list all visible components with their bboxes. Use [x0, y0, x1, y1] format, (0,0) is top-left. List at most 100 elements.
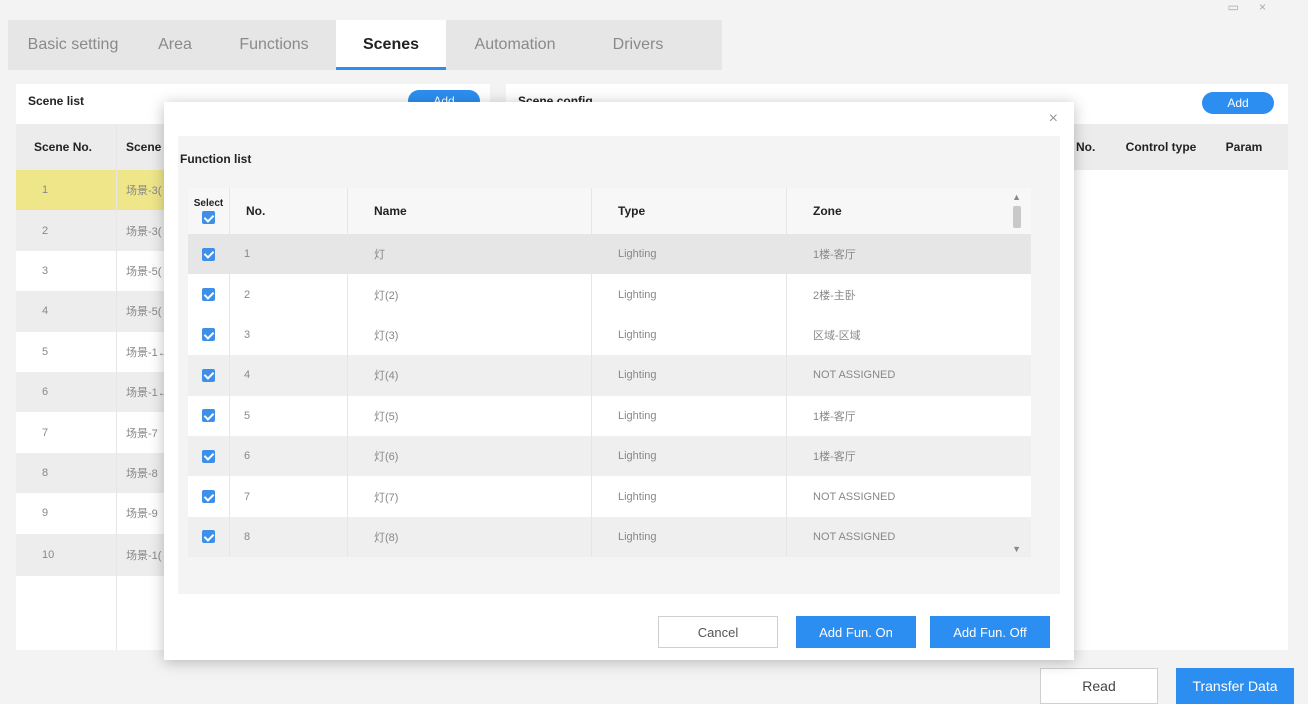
tab-automation[interactable]: Automation: [446, 20, 584, 70]
table-row[interactable]: 7 灯(7) Lighting NOT ASSIGNED: [188, 476, 1031, 517]
function-type: Lighting: [592, 355, 787, 396]
table-row[interactable]: 3 灯(3) Lighting 区域-区域: [188, 314, 1031, 356]
function-zone: 1楼-客厅: [813, 410, 856, 423]
function-zone: 1楼-客厅: [813, 451, 856, 464]
add-fun-off-button[interactable]: Add Fun. Off: [930, 616, 1050, 648]
col-zone: Zone: [813, 204, 842, 218]
scene-no: 8: [42, 466, 49, 479]
scene-no: 7: [42, 426, 49, 439]
tab-drivers[interactable]: Drivers: [584, 20, 692, 70]
column-divider: [116, 124, 117, 650]
row-checkbox[interactable]: [202, 530, 215, 544]
table-row[interactable]: 2 灯(2) Lighting 2楼-主卧: [188, 274, 1031, 315]
function-no: 6: [230, 435, 348, 477]
select-all-checkbox[interactable]: [202, 211, 215, 224]
tab-basic-setting[interactable]: Basic setting: [8, 20, 138, 70]
function-type: Lighting: [592, 314, 787, 356]
scrollbar-thumb[interactable]: [1013, 206, 1021, 228]
scroll-down-icon[interactable]: ▼: [1012, 544, 1021, 554]
scene-name: 场景-7: [126, 427, 158, 440]
function-type: Lighting: [592, 476, 787, 517]
tab-area[interactable]: Area: [138, 20, 212, 70]
col-scene-name: Scene: [126, 140, 162, 154]
row-checkbox[interactable]: [202, 328, 215, 342]
row-checkbox[interactable]: [202, 288, 215, 302]
window-controls: ▭×: [1228, 0, 1286, 14]
function-name: 灯(7): [348, 476, 592, 517]
add-fun-on-button[interactable]: Add Fun. On: [796, 616, 916, 648]
tab-scenes[interactable]: Scenes: [336, 20, 446, 70]
row-checkbox[interactable]: [202, 490, 215, 504]
function-table-body: 1 灯 Lighting 1楼-客厅 2 灯(2) Lighting 2楼-主卧…: [188, 234, 1031, 558]
function-name: 灯(2): [348, 274, 592, 315]
tab-functions[interactable]: Functions: [212, 20, 336, 70]
row-checkbox[interactable]: [202, 368, 215, 382]
dialog-title: Function list: [180, 152, 252, 166]
function-zone: 区域-区域: [813, 329, 861, 342]
close-window-icon[interactable]: ×: [1259, 0, 1286, 14]
function-table: Select No. Name Type Zone 1 灯 Lighting 1…: [188, 188, 1031, 558]
scene-config-header: No. Control type Param: [1066, 124, 1288, 170]
scene-name: 场景-9: [126, 508, 158, 521]
function-zone: NOT ASSIGNED: [813, 369, 896, 382]
function-zone: NOT ASSIGNED: [813, 530, 896, 543]
function-zone: 2楼-主卧: [813, 289, 856, 302]
col-control-type: Control type: [1125, 140, 1197, 154]
function-no: 5: [230, 395, 348, 436]
scene-name: 场景-1(: [126, 549, 162, 562]
function-name: 灯(3): [348, 314, 592, 356]
scene-name: 场景-3(: [126, 225, 162, 238]
function-zone: 1楼-客厅: [813, 249, 856, 262]
read-button[interactable]: Read: [1040, 668, 1158, 704]
add-config-button[interactable]: Add: [1202, 92, 1274, 114]
col-select: Select: [188, 188, 230, 234]
function-name: 灯: [348, 234, 592, 275]
col-type: Type: [592, 188, 787, 234]
table-row[interactable]: 8 灯(8) Lighting NOT ASSIGNED: [188, 516, 1031, 558]
function-no: 2: [230, 274, 348, 315]
function-name: 灯(4): [348, 355, 592, 396]
function-no: 8: [230, 516, 348, 558]
scene-no: 9: [42, 507, 49, 520]
row-checkbox[interactable]: [202, 409, 215, 423]
restore-icon[interactable]: ▭: [1228, 0, 1259, 14]
table-row[interactable]: 5 灯(5) Lighting 1楼-客厅: [188, 395, 1031, 436]
function-name: 灯(5): [348, 395, 592, 436]
function-no: 1: [230, 234, 348, 275]
select-label: Select: [193, 198, 224, 209]
dialog-content: Function list Select No. Name Type Zone …: [178, 136, 1060, 594]
table-row[interactable]: 1 灯 Lighting 1楼-客厅: [188, 234, 1031, 275]
scene-no: 10: [42, 548, 55, 561]
scene-no: 2: [42, 224, 49, 237]
function-table-header: Select No. Name Type Zone: [188, 188, 1031, 234]
function-type: Lighting: [592, 395, 787, 436]
function-list-dialog: × Function list Select No. Name Type Zon…: [164, 102, 1074, 660]
main-tab-bar: Basic setting Area Functions Scenes Auto…: [8, 20, 722, 70]
scroll-up-icon[interactable]: ▲: [1012, 192, 1021, 202]
table-row[interactable]: 4 灯(4) Lighting NOT ASSIGNED: [188, 355, 1031, 396]
col-no: No.: [230, 188, 348, 234]
scene-no: 5: [42, 345, 49, 358]
row-checkbox[interactable]: [202, 247, 215, 261]
function-type: Lighting: [592, 234, 787, 275]
col-config-no: No.: [1076, 140, 1096, 154]
transfer-data-button[interactable]: Transfer Data: [1176, 668, 1294, 704]
scene-list-title: Scene list: [28, 94, 85, 108]
scene-name: 场景-8: [126, 467, 158, 480]
scene-name: 场景-1←: [126, 346, 169, 359]
col-scene-no: Scene No.: [34, 140, 93, 154]
col-param: Param: [1225, 140, 1263, 154]
close-icon[interactable]: ×: [1049, 110, 1058, 128]
scene-name: 场景-3(: [126, 185, 162, 198]
scene-no: 3: [42, 264, 49, 277]
function-name: 灯(6): [348, 435, 592, 477]
cancel-button[interactable]: Cancel: [658, 616, 778, 648]
function-no: 4: [230, 355, 348, 396]
scene-no: 4: [42, 305, 49, 318]
table-row[interactable]: 6 灯(6) Lighting 1楼-客厅: [188, 435, 1031, 477]
function-no: 3: [230, 314, 348, 356]
function-no: 7: [230, 476, 348, 517]
row-checkbox[interactable]: [202, 449, 215, 463]
function-type: Lighting: [592, 274, 787, 315]
scene-name: 场景-1←: [126, 387, 169, 400]
